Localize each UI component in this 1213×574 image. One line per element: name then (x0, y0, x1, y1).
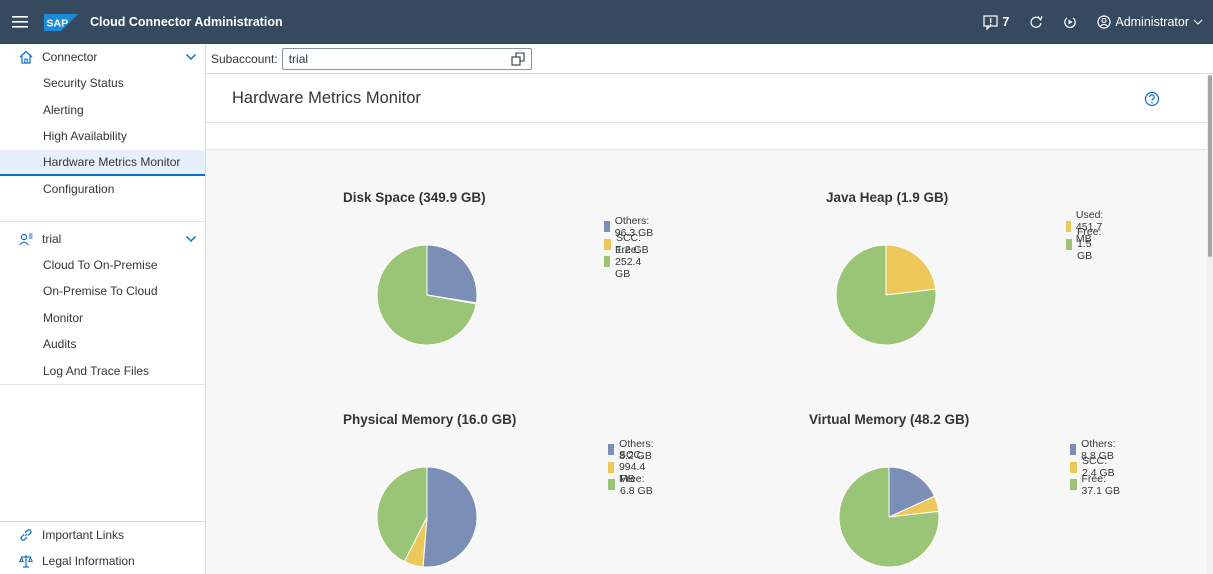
chart-legend: Others: 8.8 GB SCC: 2.4 GB Free: 37.1 GB (1070, 438, 1121, 497)
nav-connector[interactable]: Connector (0, 44, 205, 70)
pie-slice-others[interactable] (426, 244, 478, 304)
scales-icon (16, 551, 36, 571)
user-menu[interactable]: Administrator (1087, 0, 1213, 44)
legend-label: Free: 1.5 GB (1076, 226, 1102, 263)
subaccount-label: Subaccount: (211, 51, 278, 66)
sidebar-item-on-premise-to-cloud[interactable]: On-Premise To Cloud (0, 278, 205, 305)
home-icon (16, 47, 36, 67)
nav-group-connector: Connector Security Status Alerting High … (0, 44, 205, 222)
chevron-down-icon (1193, 19, 1203, 25)
subaccount-bar: Subaccount: trial (206, 44, 1213, 74)
legend-swatch (1070, 444, 1077, 456)
legend-swatch (604, 256, 611, 268)
sidebar-item-configuration[interactable]: Configuration (0, 176, 205, 203)
chart-legend: Others: 8.2 GB SCC: 994.4 MB Free: 6.8 GB (608, 438, 658, 497)
legend-item: Free: 1.5 GB (1066, 226, 1109, 262)
legal-information-label: Legal Information (42, 554, 135, 568)
pie-chart (838, 466, 940, 568)
scrollbar[interactable] (1207, 75, 1213, 574)
legend-swatch (608, 461, 614, 473)
help-icon[interactable] (1144, 91, 1160, 107)
nav-important-links[interactable]: Important Links (0, 522, 205, 548)
chart-title: Virtual Memory (48.2 GB) (809, 412, 970, 427)
page-title: Hardware Metrics Monitor (232, 89, 421, 107)
user-icon (1097, 15, 1111, 29)
legend-swatch (1070, 461, 1077, 473)
value-help-icon[interactable] (511, 51, 525, 66)
sidebar-footer: Important Links Legal Information (0, 521, 205, 574)
legend-swatch (608, 444, 615, 456)
legend-swatch (1070, 479, 1077, 491)
sidebar-item-high-availability[interactable]: High Availability (0, 123, 205, 150)
legend-label: Free: 6.8 GB (620, 472, 653, 497)
legend-swatch (604, 238, 611, 250)
refresh-button[interactable] (1019, 0, 1053, 44)
legend-item: Free: 252.4 GB (604, 244, 654, 280)
chart-title: Disk Space (349.9 GB) (343, 190, 486, 205)
pie-chart (376, 244, 478, 346)
nav-group-subaccount: trial Cloud To On-Premise On-Premise To … (0, 222, 205, 385)
pie-slice-used[interactable] (885, 244, 937, 296)
pie-chart (835, 244, 937, 346)
sidebar-item-alerting[interactable]: Alerting (0, 97, 205, 124)
subaccount-icon (16, 229, 36, 249)
legend-swatch (1066, 221, 1071, 233)
pie-chart (376, 466, 478, 568)
app-title: Cloud Connector Administration (90, 15, 283, 29)
nav-subaccount-label: trial (42, 231, 62, 246)
legend-swatch (1066, 238, 1072, 250)
menu-icon[interactable] (0, 0, 40, 44)
page-header: Hardware Metrics Monitor (206, 75, 1207, 123)
notifications-button[interactable]: 7 (973, 0, 1019, 44)
subaccount-input[interactable]: trial (281, 47, 532, 70)
sidebar-item-log-and-trace-files[interactable]: Log And Trace Files (0, 358, 205, 385)
chevron-down-icon[interactable] (185, 233, 197, 245)
legend-item: Free: 6.8 GB (608, 472, 658, 497)
legend-swatch (608, 479, 616, 491)
sidebar-item-hardware-metrics-monitor[interactable]: Hardware Metrics Monitor (0, 149, 205, 176)
important-links-label: Important Links (42, 528, 125, 542)
notification-icon (983, 14, 999, 30)
legend-label: Free: 252.4 GB (615, 243, 642, 280)
chart-legend: Used: 451.7 MB Free: 1.5 GB (1066, 209, 1109, 262)
chevron-down-icon[interactable] (185, 51, 197, 63)
sap-logo: SAP (44, 14, 78, 31)
metrics-content: Disk Space (349.9 GB) Others: 96.3 GB SCC… (206, 150, 1207, 574)
refresh-icon (1030, 15, 1043, 28)
pie-slice-others[interactable] (422, 466, 478, 568)
nav-connector-label: Connector (42, 50, 98, 64)
chart-title: Java Heap (1.9 GB) (826, 190, 949, 205)
subaccount-value: trial (288, 51, 309, 66)
logout-icon (1064, 17, 1077, 29)
page-toolbar (206, 123, 1207, 150)
shell-bar: SAP Cloud Connector Administration 7 Adm… (0, 0, 1213, 44)
chart-legend: Others: 96.3 GB SCC: 1.2 GB Free: 252.4 GB (604, 215, 654, 280)
nav-subaccount[interactable]: trial (0, 226, 205, 252)
side-navigation: Connector Security Status Alerting High … (0, 44, 206, 574)
legend-label: Free: 37.1 GB (1081, 472, 1121, 497)
sidebar-item-security-status[interactable]: Security Status (0, 70, 205, 97)
sidebar-item-monitor[interactable]: Monitor (0, 305, 205, 332)
sidebar-item-audits[interactable]: Audits (0, 331, 205, 358)
logout-button[interactable] (1053, 0, 1087, 44)
user-name: Administrator (1115, 15, 1189, 29)
nav-legal-information[interactable]: Legal Information (0, 548, 205, 574)
chart-title: Physical Memory (16.0 GB) (343, 412, 517, 427)
svg-text:SAP: SAP (47, 18, 69, 30)
sidebar-item-cloud-to-on-premise[interactable]: Cloud To On-Premise (0, 252, 205, 279)
legend-item: Free: 37.1 GB (1070, 472, 1121, 497)
legend-swatch (604, 221, 610, 233)
scrollbar-thumb[interactable] (1208, 75, 1212, 257)
notification-count: 7 (1002, 15, 1010, 29)
link-icon (16, 525, 36, 545)
